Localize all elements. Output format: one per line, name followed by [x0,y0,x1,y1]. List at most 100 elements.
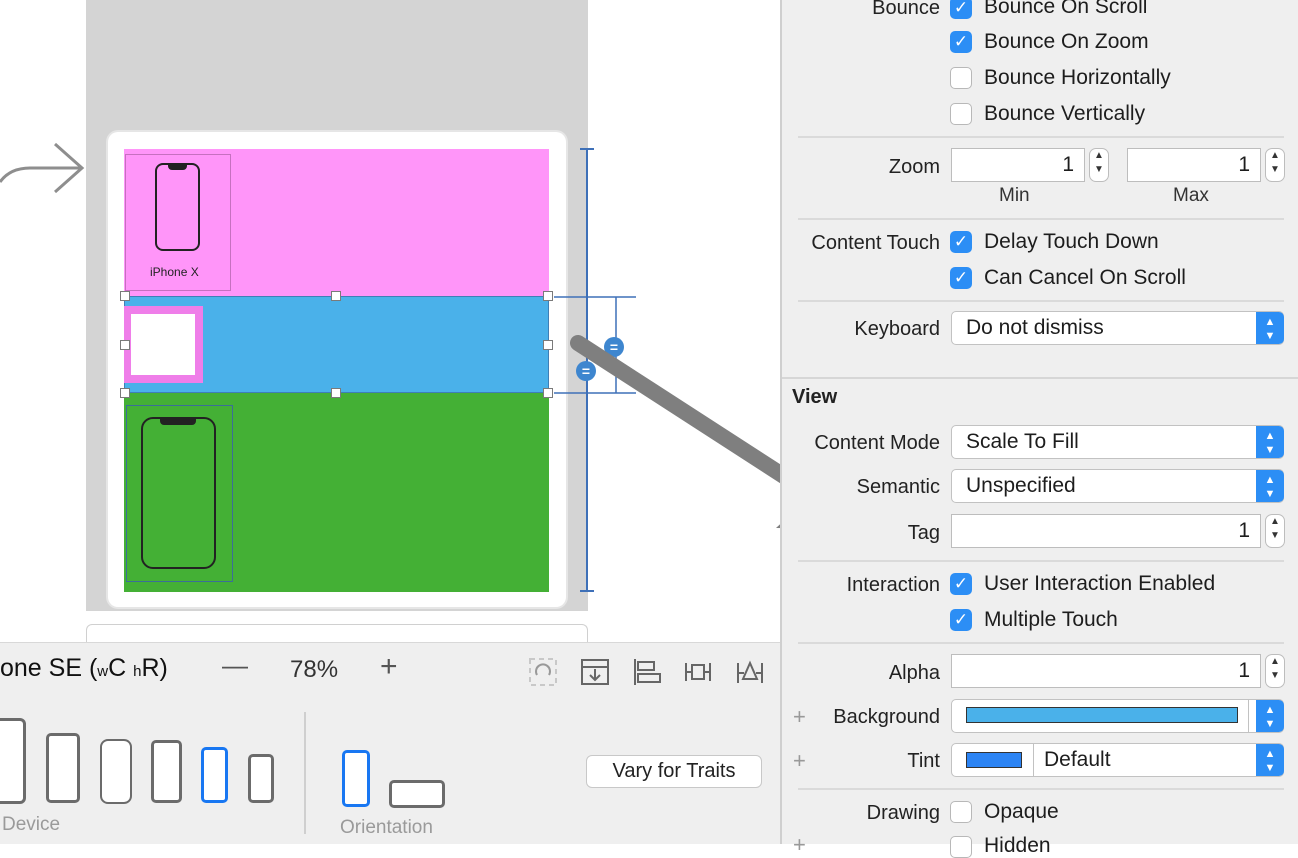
ipad-device-icon[interactable] [0,718,26,804]
zoom-min-stepper[interactable]: ▲ ▼ [1089,148,1109,182]
add-tint-variation-icon[interactable]: + [793,748,806,774]
multiple-touch-label: Multiple Touch [984,608,1118,631]
vary-for-traits-button[interactable]: Vary for Traits [586,755,762,788]
zoom-label: Zoom [888,156,940,178]
content-mode-arrow-icon[interactable]: ▲ ▼ [1256,426,1284,458]
iphone-4s-device-icon[interactable] [248,754,274,803]
bounce-horizontally-checkbox[interactable] [950,67,972,89]
background-arrow-icon[interactable]: ▲ ▼ [1256,700,1284,732]
can-cancel-on-scroll-label: Can Cancel On Scroll [984,266,1186,289]
resize-handle[interactable] [120,340,130,350]
delay-touch-down-label: Delay Touch Down [984,230,1159,253]
add-background-variation-icon[interactable]: + [793,704,806,730]
bounce-vertically-label: Bounce Vertically [984,102,1146,125]
iphone-plus-device-icon[interactable] [46,733,80,803]
content-mode-label: Content Mode [814,432,940,454]
resize-handle[interactable] [120,388,130,398]
width-class-prefix: w [97,663,109,680]
device-configuration-button[interactable]: one SE (wC hR) [0,654,168,683]
bounce-on-scroll-label: Bounce On Scroll [984,0,1148,18]
iphone-x-device-icon[interactable] [100,739,132,804]
interaction-label: Interaction [846,574,940,596]
resize-handle[interactable] [331,388,341,398]
iphone-x-label: iPhone X [150,265,199,279]
iphone-x-image [155,163,200,251]
bounce-on-zoom-checkbox[interactable]: ✓ [950,31,972,53]
multiple-touch-checkbox[interactable]: ✓ [950,609,972,631]
bounce-horizontally-label: Bounce Horizontally [984,66,1171,89]
section-divider [782,377,1298,379]
device-label: Device [2,814,61,835]
add-hidden-variation-icon[interactable]: + [793,832,806,858]
content-mode-select[interactable]: Scale To Fill [951,425,1284,459]
align-icon[interactable] [632,657,662,687]
tag-stepper[interactable]: ▲ ▼ [1265,514,1285,548]
select-divider [1248,700,1249,732]
user-interaction-enabled-label: User Interaction Enabled [984,572,1216,595]
resize-handle[interactable] [120,291,130,301]
alpha-label: Alpha [888,662,940,684]
iphone-se-device-icon-selected[interactable] [201,747,228,803]
separator [798,300,1284,302]
opaque-label: Opaque [984,800,1059,823]
second-scene-frame[interactable] [86,624,588,644]
delay-touch-down-checkbox[interactable]: ✓ [950,231,972,253]
alpha-stepper[interactable]: ▲ ▼ [1265,654,1285,688]
separator [798,560,1284,562]
landscape-orientation-icon[interactable] [389,780,445,808]
semantic-select[interactable]: Unspecified [951,469,1284,503]
zoom-level[interactable]: 78% [290,656,338,684]
content-mode-value: Scale To Fill [966,430,1079,453]
select-divider [1033,744,1034,776]
phone-notch-icon [168,165,187,170]
device-name: one SE ( [0,654,98,682]
iphone-image [141,417,216,569]
update-frames-icon[interactable] [528,657,558,687]
zoom-min-caption: Min [999,185,1030,206]
user-interaction-enabled-checkbox[interactable]: ✓ [950,573,972,595]
can-cancel-on-scroll-checkbox[interactable]: ✓ [950,267,972,289]
semantic-label: Semantic [856,476,940,498]
bounce-label: Bounce [872,0,940,19]
bounce-on-scroll-checkbox[interactable]: ✓ [950,0,972,19]
tag-label: Tag [907,522,940,544]
keyboard-select[interactable]: Do not dismiss [951,311,1284,345]
semantic-arrow-icon[interactable]: ▲ ▼ [1256,470,1284,502]
zoom-max-stepper[interactable]: ▲ ▼ [1265,148,1285,182]
tint-arrow-icon[interactable]: ▲ ▼ [1256,744,1284,776]
keyboard-select-arrow-icon[interactable]: ▲ ▼ [1256,312,1284,344]
zoom-max-caption: Max [1173,185,1209,206]
opaque-checkbox[interactable] [950,801,972,823]
resize-handle[interactable] [331,291,341,301]
background-label: Background [833,706,940,728]
white-square-view[interactable] [131,314,195,375]
view-section-header: View [792,386,838,408]
resolve-layout-issues-icon[interactable] [735,657,765,687]
portrait-orientation-icon-selected[interactable] [342,750,370,807]
semantic-value: Unspecified [966,474,1076,497]
tint-label: Tint [907,750,940,772]
background-color-swatch [966,707,1238,723]
drawing-label: Drawing [866,802,940,824]
separator [798,136,1284,138]
zoom-min-field[interactable]: 1 [951,148,1085,182]
zoom-max-field[interactable]: 1 [1127,148,1261,182]
zoom-in-button[interactable]: + [380,650,398,684]
iphone-8-device-icon[interactable] [151,740,182,803]
embed-in-stack-icon[interactable] [580,657,610,687]
tag-field[interactable]: 1 [951,514,1261,548]
tint-value: Default [1044,748,1111,771]
tint-color-swatch [966,752,1022,768]
initial-view-controller-arrow-icon [0,142,85,194]
phone-notch-icon [160,419,196,425]
separator [798,642,1284,644]
inspector-divider [780,0,782,844]
width-class-value: C [108,654,127,682]
bounce-vertically-checkbox[interactable] [950,103,972,125]
content-touch-label: Content Touch [811,232,940,254]
add-constraints-icon[interactable] [683,657,713,687]
zoom-out-button[interactable]: — [222,650,248,681]
alpha-field[interactable]: 1 [951,654,1261,688]
keyboard-label: Keyboard [854,318,940,340]
hidden-checkbox[interactable] [950,836,972,858]
